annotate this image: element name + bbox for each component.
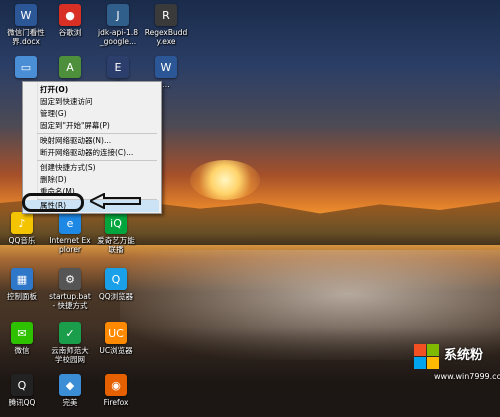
desktop-icon-12[interactable]: Q QQ浏览器	[94, 268, 138, 301]
desktop-icon-18[interactable]: ◉ Firefox	[94, 374, 138, 407]
desktop-icon-label: Firefox	[103, 398, 129, 407]
desktop-icon-14[interactable]: ✓ 云南师范大学校园网	[48, 322, 92, 364]
desktop-icon-label: 微信	[14, 346, 30, 355]
desktop-icon-label: jdk-api-1.8 _google...	[98, 28, 138, 46]
desktop-icon-9[interactable]: iQ 爱奇艺万能联播	[94, 212, 138, 254]
menu-item-disconnect-drive[interactable]: 断开网络驱动器的连接(C)...	[23, 147, 159, 159]
desktop-icon-label: 控制面板	[7, 292, 37, 301]
desktop-icon-label: Internet Explorer	[49, 236, 91, 254]
desktop-icon-11[interactable]: ⚙ startup.bat - 快捷方式	[48, 268, 92, 310]
menu-separator	[37, 160, 157, 161]
menu-item-manage[interactable]: 管理(G)	[23, 108, 159, 120]
regexbuddy-icon: R	[155, 4, 177, 26]
menu-item-pin-quick-access[interactable]: 固定到快速访问	[23, 96, 159, 108]
ie-icon: e	[59, 212, 81, 234]
iqiyi-icon: iQ	[105, 212, 127, 234]
wechat-icon: ✉	[11, 322, 33, 344]
desktop-icon-label: startup.bat - 快捷方式	[49, 292, 91, 310]
desktop-icon-1[interactable]: ● 谷歌浏	[48, 4, 92, 37]
logo-tile	[414, 357, 426, 369]
desktop-icon-0[interactable]: W 微信门看性 界.docx	[4, 4, 48, 46]
menu-item-create-shortcut[interactable]: 创建快捷方式(S)	[23, 162, 159, 174]
wallpaper-sun	[190, 160, 260, 200]
desktop-icon-this-pc[interactable]: ▭	[4, 56, 48, 78]
desktop-icon-label: QQ浏览器	[98, 292, 134, 301]
user-folder-icon: A	[59, 56, 81, 78]
desktop-icon-label: 完美	[62, 398, 78, 407]
desktop-icon-label: 云南师范大学校园网	[51, 346, 89, 364]
desktop-icon-16[interactable]: Q 腾讯QQ	[0, 374, 44, 407]
archive-icon: J	[107, 4, 129, 26]
bat-shortcut-icon: ⚙	[59, 268, 81, 290]
chrome-icon: ●	[59, 4, 81, 26]
ucbrowser-icon: UC	[105, 322, 127, 344]
desktop-icon-label: RegexBuddy.exe	[144, 28, 188, 46]
campus-net-icon: ✓	[59, 322, 81, 344]
annotation-arrow-icon	[90, 193, 141, 209]
desktop-icon-8[interactable]: e Internet Explorer	[48, 212, 92, 254]
desktop-icon-3[interactable]: R RegexBuddy.exe	[144, 4, 188, 46]
desktop-icon-label: 谷歌浏	[58, 28, 82, 37]
firefox-icon: ◉	[105, 374, 127, 396]
desktop-icon-2[interactable]: J jdk-api-1.8 _google...	[96, 4, 140, 46]
this-pc-icon: ▭	[15, 56, 37, 78]
desktop-icon-7[interactable]: ♪ QQ音乐	[0, 212, 44, 245]
logo-tile	[414, 344, 426, 356]
desktop-icon-label: QQ音乐	[8, 236, 36, 245]
qqbrowser-icon: Q	[105, 268, 127, 290]
word-doc-icon: W	[15, 4, 37, 26]
menu-item-pin-start[interactable]: 固定到"开始"屏幕(P)	[23, 120, 159, 132]
watermark-url: www.win7999.com	[434, 372, 500, 381]
menu-item-open[interactable]: 打开(O)	[23, 84, 159, 96]
desktop-icon-label: 爱奇艺万能联播	[97, 236, 135, 254]
qq-icon: Q	[11, 374, 33, 396]
menu-item-delete[interactable]: 删除(D)	[23, 174, 159, 186]
desktop-icon-label: 腾讯QQ	[8, 398, 36, 407]
eclipse-icon: E	[107, 56, 129, 78]
app-icon: ◆	[59, 374, 81, 396]
annotation-oval	[22, 193, 84, 212]
desktop-icon-label: 微信门看性 界.docx	[7, 28, 45, 46]
logo-tile	[427, 344, 439, 356]
desktop-icon-13[interactable]: ✉ 微信	[0, 322, 44, 355]
watermark-brand: 系统粉	[444, 348, 484, 363]
desktop-icon-17[interactable]: ◆ 完美	[48, 374, 92, 407]
control-panel-icon: ▦	[11, 268, 33, 290]
menu-item-map-drive[interactable]: 映射网络驱动器(N)...	[23, 135, 159, 147]
qqmusic-icon: ♪	[11, 212, 33, 234]
windows-logo-icon	[414, 344, 440, 370]
menu-separator	[37, 133, 157, 134]
desktop-icon-10[interactable]: ▦ 控制面板	[0, 268, 44, 301]
desktop-icon-15[interactable]: UC UC浏览器	[94, 322, 138, 355]
logo-tile	[427, 357, 439, 369]
word-doc-icon: W	[155, 56, 177, 78]
desktop-icon-label: UC浏览器	[99, 346, 133, 355]
